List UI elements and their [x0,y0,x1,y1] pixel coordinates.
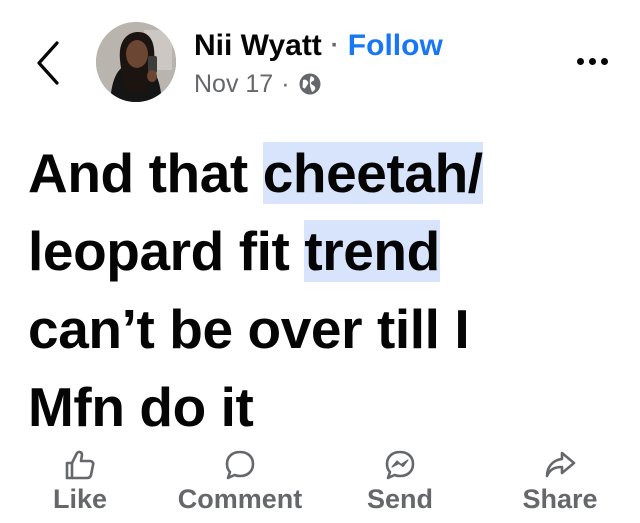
comment-icon [225,450,255,480]
post-date[interactable]: Nov 17 [194,70,273,99]
share-icon [545,451,576,478]
post-line: can’t be over till I [28,290,628,368]
post-text-segment: Mfn do it [28,376,254,438]
more-options-button[interactable] [568,46,616,76]
profile-photo [96,22,176,102]
meta-separator: · [281,69,290,98]
send-label: Send [366,484,433,514]
action-bar: Like Comment Send Share [0,440,640,520]
comment-button[interactable]: Comment [160,440,320,520]
back-button[interactable] [28,38,68,88]
more-dot [600,57,608,65]
messenger-icon [385,450,415,480]
avatar[interactable] [96,22,176,102]
post-line: Mfn do it [28,368,628,446]
post-header: Nii Wyatt · Follow Nov 17 · [0,0,640,120]
post-text-segment: leopard fit [28,220,305,282]
post-text-segment: can’t be over till I [28,298,470,360]
post-line: leopard fit trend [28,212,628,290]
thumbs-up-icon [65,450,95,480]
chevron-left-icon [37,41,59,85]
globe-icon [298,72,322,96]
author-row: Nii Wyatt · Follow [194,26,443,66]
share-label: Share [522,484,598,514]
more-dot [588,57,596,65]
like-button[interactable]: Like [40,440,120,520]
share-button[interactable]: Share [500,440,620,520]
author-name[interactable]: Nii Wyatt [194,29,322,63]
more-horizontal-icon [576,57,584,65]
send-button[interactable]: Send [350,440,450,520]
follow-button[interactable]: Follow [348,29,443,63]
post-meta: Nov 17 · [194,68,322,100]
highlighted-text: cheetah/ [262,142,483,204]
like-label: Like [52,484,108,514]
highlighted-text: trend [304,220,440,282]
post-line: And that cheetah/ [28,134,628,212]
post-text: And that cheetah/ leopard fit trend can’… [28,134,628,446]
comment-label: Comment [177,484,303,514]
post-text-segment: And that [28,142,263,204]
name-separator: · [330,32,339,59]
